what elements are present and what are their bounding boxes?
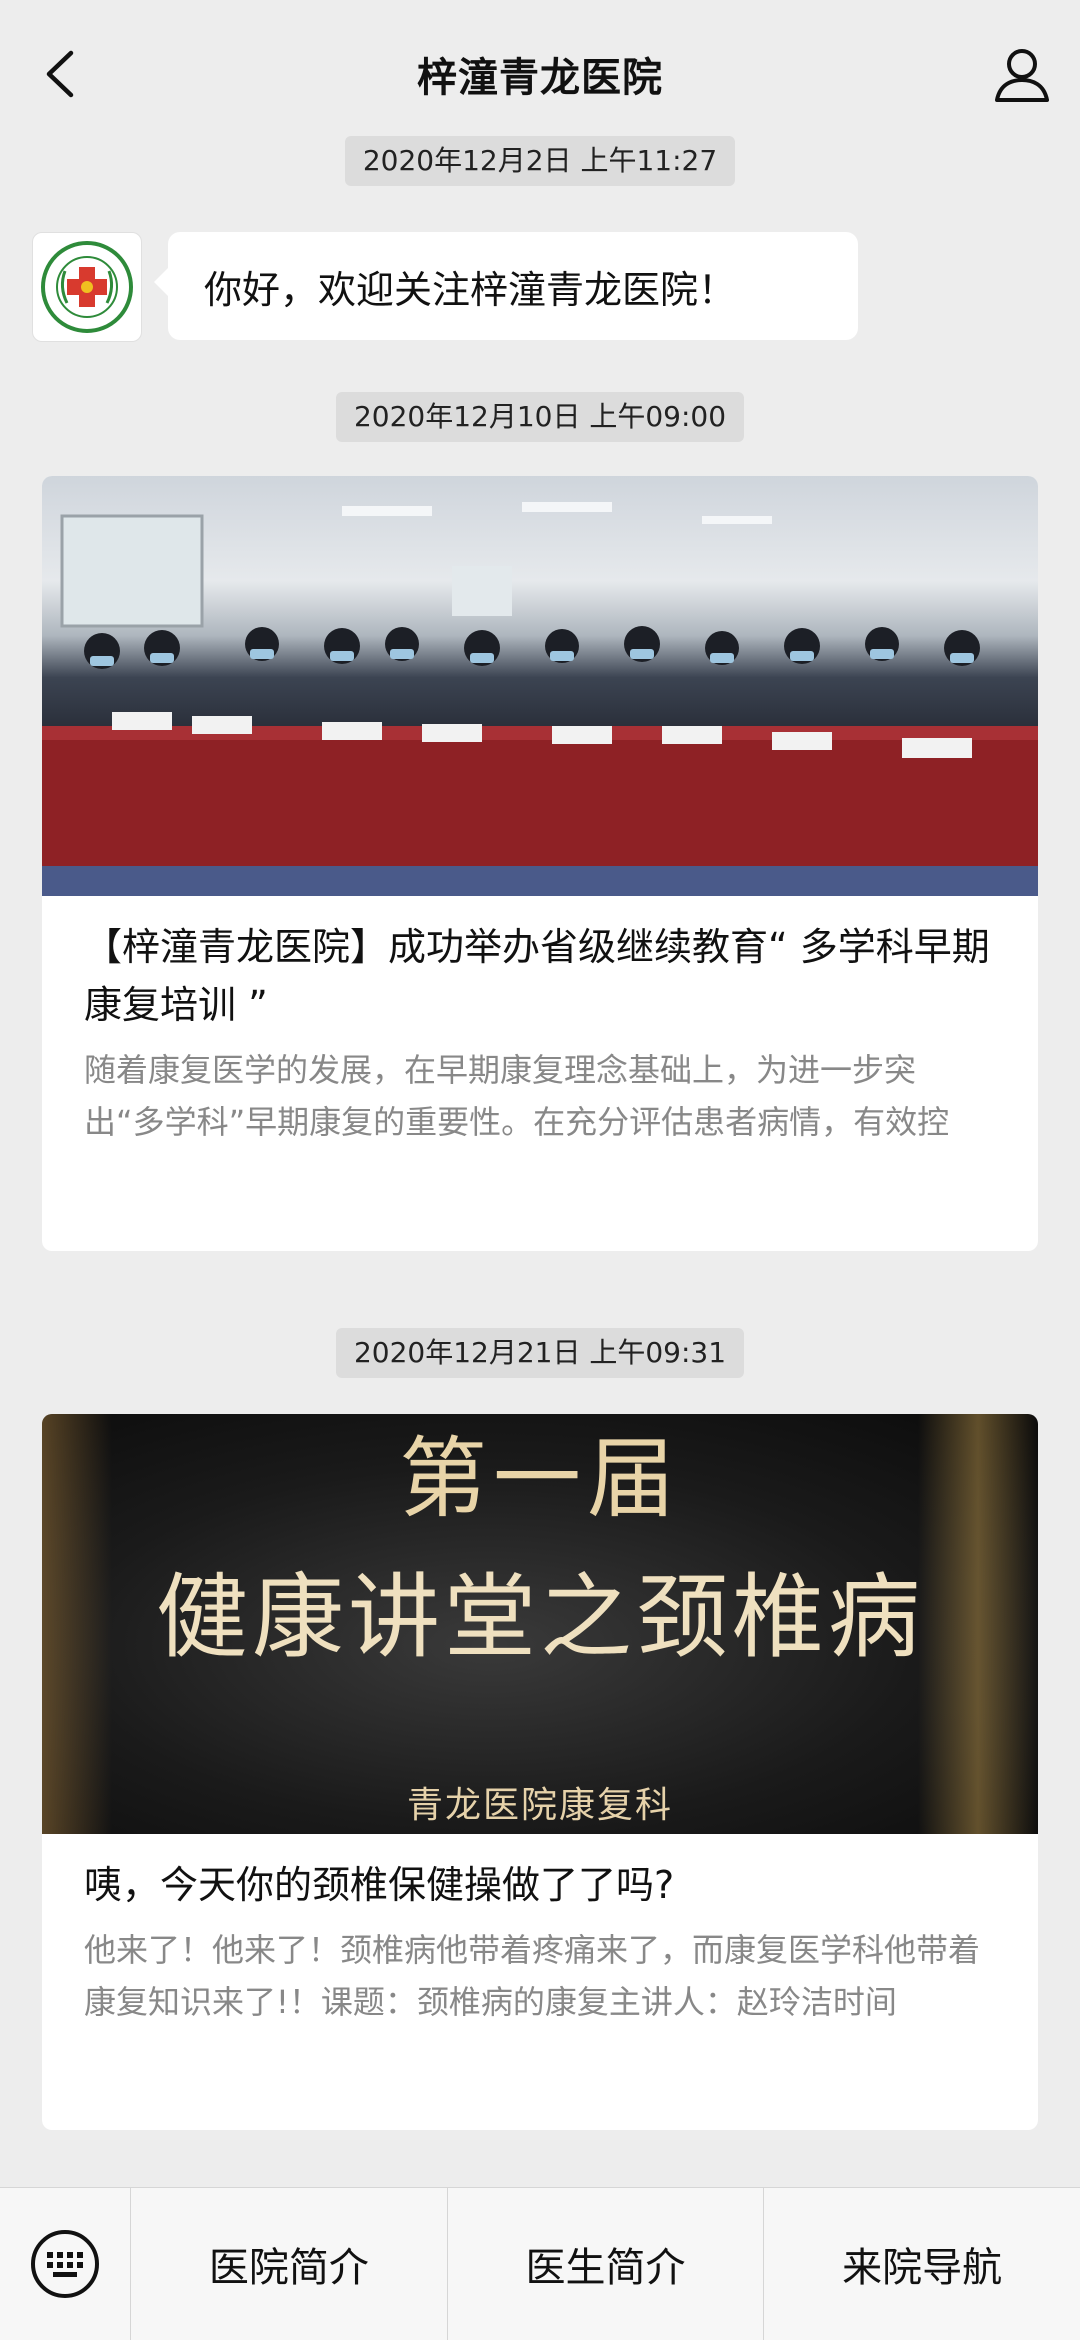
back-button[interactable] — [30, 44, 90, 104]
keyboard-toggle-button[interactable] — [0, 2188, 131, 2340]
timestamp-row: 2020年12月21日 上午09:31 — [0, 1328, 1080, 1378]
welcome-message-text: 你好，欢迎关注梓潼青龙医院！ — [204, 267, 737, 312]
timestamp-row: 2020年12月10日 上午09:00 — [0, 392, 1080, 442]
article-title: 【梓潼青龙医院】成功举办省级继续教育“ 多学科早期康复培训 ” — [84, 925, 990, 1027]
gold-light-decoration — [42, 1414, 112, 1834]
poster-edition-text: 第一届 — [398, 1427, 681, 1530]
chevron-left-icon — [46, 50, 74, 98]
hospital-logo-icon — [41, 241, 133, 333]
article-card-1[interactable]: 【梓潼青龙医院】成功举办省级继续教育“ 多学科早期康复培训 ” 随着康复医学的发… — [42, 476, 1038, 1251]
profile-button[interactable] — [988, 40, 1056, 108]
page-title: 梓潼青龙医院 — [417, 55, 663, 101]
timestamp: 2020年12月21日 上午09:31 — [335, 1328, 745, 1378]
meeting-photo-illustration — [42, 502, 1038, 896]
top-nav-bar: 梓潼青龙医院 — [0, 0, 1080, 148]
menu-doctor-intro[interactable]: 医生简介 — [448, 2188, 765, 2340]
article-description: 随着康复医学的发展，在早期康复理念基础上，为进一步突出“多学科”早期康复的重要性… — [84, 1051, 950, 1141]
timestamp-row: 2020年12月2日 上午11:27 — [0, 136, 1080, 186]
article-cover-image — [42, 476, 1038, 896]
timestamp: 2020年12月2日 上午11:27 — [344, 136, 736, 186]
keyboard-icon — [31, 2230, 99, 2298]
article-card-2[interactable]: 第一届 健康讲堂之颈椎病 青龙医院康复科 咦，今天你的颈椎保健操做了了吗? 他来… — [42, 1414, 1038, 2130]
timestamp: 2020年12月10日 上午09:00 — [335, 392, 745, 442]
person-icon — [995, 49, 1049, 102]
article-description: 他来了！他来了！颈椎病他带着疼痛来了，而康复医学科他带着康复知识来了!！课题：颈… — [84, 1931, 981, 2021]
article-cover-image: 第一届 健康讲堂之颈椎病 青龙医院康复科 — [42, 1414, 1038, 1834]
menu-navigation[interactable]: 来院导航 — [764, 2188, 1080, 2340]
poster-department: 青龙医院康复科 — [406, 1785, 673, 1826]
menu-hospital-intro[interactable]: 医院简介 — [131, 2188, 448, 2340]
gold-light-decoration — [918, 1414, 1038, 1834]
welcome-message-bubble[interactable]: 你好，欢迎关注梓潼青龙医院！ — [154, 232, 858, 340]
bottom-menu-bar: 医院简介 医生简介 来院导航 — [0, 2187, 1080, 2340]
article-title: 咦，今天你的颈椎保健操做了了吗? — [84, 1863, 675, 1907]
poster-headline: 健康讲堂之颈椎病 — [155, 1564, 924, 1671]
hospital-avatar[interactable] — [32, 232, 142, 342]
